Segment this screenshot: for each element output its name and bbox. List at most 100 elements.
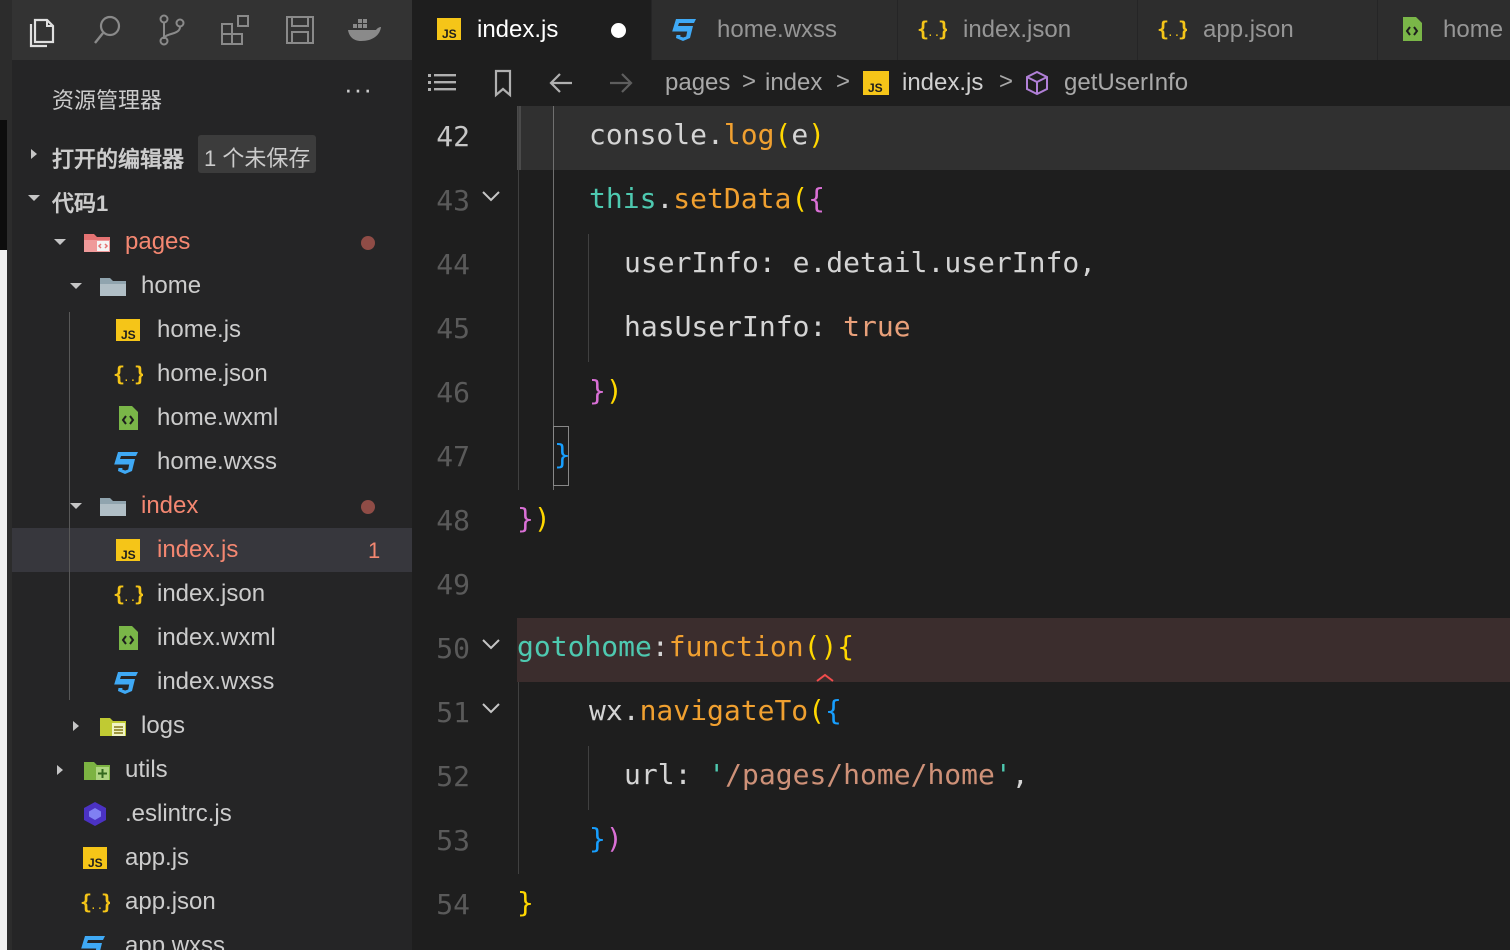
- tree-file[interactable]: .eslintrc.js: [12, 792, 412, 836]
- tree-folder[interactable]: utils: [12, 748, 412, 792]
- editor-tab[interactable]: {}.. index.json: [899, 0, 1138, 60]
- line-number: 52: [436, 760, 470, 793]
- activity-toolbar: [12, 0, 412, 60]
- wxss-file-icon: [671, 14, 701, 46]
- tree-file[interactable]: index.wxss: [12, 660, 412, 704]
- tree-item-label: app.js: [125, 844, 190, 871]
- code-line[interactable]: 46}): [412, 362, 1510, 426]
- code-token: ): [533, 502, 551, 535]
- fold-chevron-icon[interactable]: [478, 186, 504, 206]
- code-editor[interactable]: 42 console.log(e) 43 this.setData({ 44 userIn…: [412, 106, 1510, 950]
- tree-file[interactable]: app.wxss: [12, 924, 412, 950]
- crumb-index[interactable]: index: [765, 69, 822, 97]
- tree-file[interactable]: home.wxss: [12, 440, 412, 484]
- utils-folder-icon: [82, 756, 112, 784]
- code-line[interactable]: 50 gotohome:function(){: [412, 618, 1510, 682]
- extensions-icon[interactable]: [218, 12, 254, 48]
- code-line[interactable]: 49: [412, 554, 1510, 618]
- tree-file[interactable]: {}.. index.json: [12, 572, 412, 616]
- tab-label: home.wxss: [717, 16, 838, 43]
- code-line[interactable]: 54}: [412, 874, 1510, 938]
- tree-file[interactable]: JS home.js: [12, 308, 412, 352]
- code-token: console: [589, 118, 708, 151]
- tree-item-label: home.js: [157, 316, 242, 343]
- unsaved-dot[interactable]: [611, 23, 626, 38]
- code-line[interactable]: 47}: [412, 426, 1510, 490]
- outline-list-icon[interactable]: [426, 68, 458, 98]
- bookmark-icon[interactable]: [488, 68, 520, 98]
- code-token: :: [674, 758, 709, 791]
- explorer-sidebar: 资源管理器 ··· 打开的编辑器 1 个未保存 代码1 pages home JS h…: [12, 60, 412, 950]
- code-line[interactable]: 52 url: '/pages/home/home',: [412, 746, 1510, 810]
- code-line[interactable]: 43 this.setData({: [412, 170, 1510, 234]
- tree-file[interactable]: {}.. app.json: [12, 880, 412, 924]
- indent-guide: [588, 234, 589, 362]
- more-actions-icon[interactable]: ···: [344, 74, 373, 105]
- code-token: .: [656, 182, 674, 215]
- code-token: :: [809, 310, 844, 343]
- code-token: /pages/home/home: [725, 758, 995, 791]
- problem-count: 1: [368, 538, 381, 563]
- line-number: 44: [436, 248, 470, 281]
- code-line[interactable]: 51 wx.navigateTo({: [412, 682, 1510, 746]
- tab-label: index.js: [477, 16, 559, 43]
- tree-folder[interactable]: home: [12, 264, 412, 308]
- code-token: :: [651, 630, 669, 663]
- chevron-right-icon: [31, 149, 37, 159]
- tree-file[interactable]: index.wxml: [12, 616, 412, 660]
- open-editors-section[interactable]: 打开的编辑器 1 个未保存: [12, 132, 412, 176]
- code-text: this.setData({: [589, 182, 825, 215]
- code-line[interactable]: 45 hasUserInfo: true: [412, 298, 1510, 362]
- fold-chevron-icon[interactable]: [478, 634, 504, 654]
- code-token: (: [803, 630, 821, 663]
- code-text: wx.navigateTo({: [589, 694, 842, 727]
- editor-tab[interactable]: home: [1379, 0, 1510, 60]
- json-file-icon: {}..: [113, 580, 146, 608]
- code-line[interactable]: 42 console.log(e): [412, 106, 1510, 170]
- docker-icon[interactable]: [346, 12, 382, 48]
- code-text: }): [589, 822, 623, 855]
- editor-tab[interactable]: {}.. app.json: [1139, 0, 1378, 60]
- crumb-getuserinfo[interactable]: getUserInfo: [1064, 69, 1188, 97]
- code-text: }): [589, 374, 623, 407]
- wxss-file-icon: [113, 668, 143, 696]
- line-number: 43: [436, 184, 470, 217]
- pages-folder-icon: [82, 228, 112, 256]
- search-icon[interactable]: [90, 12, 126, 48]
- code-line[interactable]: 53}): [412, 810, 1510, 874]
- tree-item-label: home: [141, 272, 202, 299]
- source-control-icon[interactable]: [154, 12, 190, 48]
- save-icon[interactable]: [282, 12, 318, 48]
- workspace-section[interactable]: 代码1: [12, 176, 412, 220]
- code-token: navigateTo: [639, 694, 809, 727]
- json-file-icon: {}..: [1157, 14, 1190, 46]
- js-file-icon: JS: [80, 844, 110, 872]
- editor-tab[interactable]: JS index.js: [412, 0, 652, 60]
- tree-folder[interactable]: index: [12, 484, 412, 528]
- code-line[interactable]: 48}): [412, 490, 1510, 554]
- forward-arrow-icon[interactable]: [604, 68, 636, 98]
- editor-tab[interactable]: home.wxss: [653, 0, 898, 60]
- tree-file[interactable]: home.wxml: [12, 396, 412, 440]
- code-token: userInfo: [944, 246, 1080, 279]
- eslint-file-icon: [80, 800, 110, 828]
- svg-text:..: ..: [90, 899, 103, 912]
- back-arrow-icon[interactable]: [546, 68, 578, 98]
- indent-guide: [588, 746, 589, 810]
- tree-file[interactable]: JS app.js: [12, 836, 412, 880]
- code-line[interactable]: 44 userInfo: e.detail.userInfo,: [412, 234, 1510, 298]
- crumb-indexjs[interactable]: index.js: [902, 69, 983, 97]
- svg-text:..: ..: [123, 371, 136, 384]
- tree-item-label: .eslintrc.js: [125, 800, 232, 827]
- crumb-pages[interactable]: pages: [665, 69, 730, 97]
- line-number: 51: [436, 696, 470, 729]
- fold-chevron-icon[interactable]: [478, 698, 504, 718]
- files-icon[interactable]: [26, 12, 62, 48]
- tree-folder[interactable]: logs: [12, 704, 412, 748]
- tree-folder[interactable]: pages: [12, 220, 412, 264]
- error-squiggle: [816, 670, 834, 682]
- tree-file[interactable]: {}.. home.json: [12, 352, 412, 396]
- tab-label: app.json: [1203, 16, 1294, 43]
- code-token: e: [791, 118, 809, 151]
- tree-file[interactable]: JS index.js 1: [12, 528, 412, 572]
